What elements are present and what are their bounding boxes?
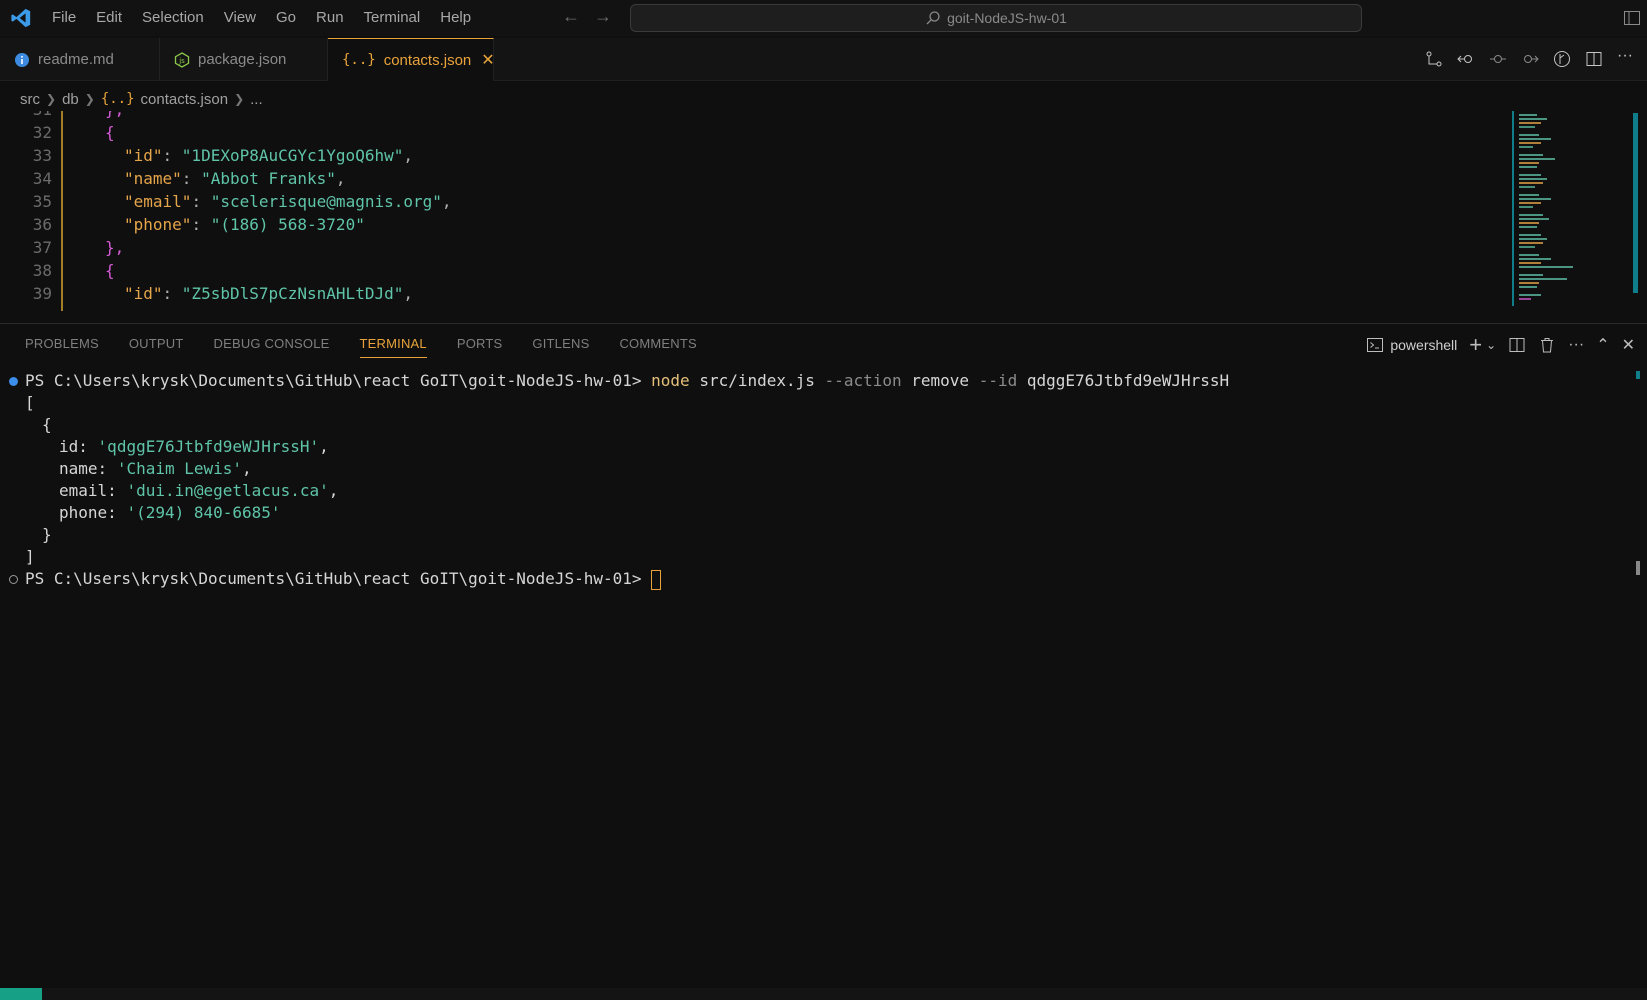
tab-label: package.json — [198, 51, 287, 68]
menu-help[interactable]: Help — [430, 0, 481, 36]
trash-icon[interactable] — [1538, 336, 1556, 354]
chevron-right-icon: ❯ — [46, 92, 57, 106]
menu-run[interactable]: Run — [306, 0, 354, 36]
toggle-sidebar-icon[interactable] — [1623, 9, 1641, 32]
code-line: 34 "name": "Abbot Franks", — [32, 169, 346, 188]
minimap[interactable] — [1511, 111, 1611, 311]
new-terminal-icon[interactable]: + — [1469, 332, 1482, 358]
command-pending-dot — [9, 575, 18, 584]
terminal-output-line: email: 'dui.in@egetlacus.ca', — [59, 481, 339, 500]
breadcrumb-src[interactable]: src — [20, 91, 40, 108]
tab-contacts-json[interactable]: {..} contacts.json ✕ — [328, 38, 495, 81]
search-icon — [926, 11, 940, 25]
terminal-output-line: phone: '(294) 840-6685' — [59, 503, 281, 522]
vscode-logo-icon — [0, 0, 42, 36]
terminal-scrollbar[interactable] — [1636, 371, 1640, 379]
menu-file[interactable]: File — [42, 0, 86, 36]
info-icon — [14, 52, 30, 68]
chevron-right-icon: ❯ — [234, 92, 245, 106]
terminal-output-line: [ — [25, 393, 35, 412]
terminal-shell-selector[interactable]: powershell — [1366, 336, 1457, 354]
open-changes-icon[interactable] — [1425, 50, 1443, 68]
maximize-panel-icon[interactable]: ⌃ — [1596, 335, 1609, 355]
menu-view[interactable]: View — [214, 0, 266, 36]
tab-output[interactable]: OUTPUT — [114, 324, 199, 364]
tab-terminal[interactable]: TERMINAL — [345, 324, 442, 364]
terminal-scroll-marker — [1636, 561, 1640, 575]
code-line: 39 "id": "Z5sbDlS7pCzNsnAHLtDJd", — [32, 284, 413, 303]
breadcrumb-db[interactable]: db — [62, 91, 79, 108]
editor-scrollbar[interactable] — [1633, 113, 1638, 293]
breadcrumb-symbol[interactable]: ... — [250, 91, 263, 108]
terminal-cursor — [651, 569, 662, 590]
chevron-right-icon: ❯ — [84, 92, 95, 106]
close-icon[interactable]: ✕ — [481, 50, 494, 70]
more-actions-icon[interactable]: ··· — [1617, 48, 1635, 68]
shell-name: powershell — [1390, 337, 1458, 353]
previous-change-icon[interactable] — [1457, 50, 1475, 68]
json-icon: {..} — [100, 91, 135, 107]
terminal-prompt-line: PS C:\Users\krysk\Documents\GitHub\react… — [25, 568, 662, 590]
panel-actions: powershell + ⌄ ··· ⌃ ✕ — [1366, 332, 1635, 358]
commit-icon[interactable] — [1489, 50, 1507, 68]
json-icon: {..} — [342, 52, 376, 68]
nodejs-icon: js — [174, 51, 190, 68]
split-terminal-icon[interactable] — [1508, 336, 1526, 354]
menu-go[interactable]: Go — [266, 0, 306, 36]
menu-edit[interactable]: Edit — [86, 0, 132, 36]
code-editor[interactable]: 31}, 32{ 33"id": "1DEXoP8AuCGYc1YgoQ6hw"… — [0, 111, 1647, 311]
tab-gitlens[interactable]: GITLENS — [517, 324, 604, 364]
menu-selection[interactable]: Selection — [132, 0, 214, 36]
code-line: 37}, — [32, 238, 125, 257]
terminal-output-line: ] — [25, 547, 35, 566]
remote-indicator[interactable] — [0, 988, 42, 1000]
close-panel-icon[interactable]: ✕ — [1622, 335, 1635, 355]
code-line: 31}, — [0, 111, 1500, 121]
terminal-output-line: name: 'Chaim Lewis', — [59, 459, 252, 478]
code-line: 38{ — [32, 261, 115, 280]
split-editor-icon[interactable] — [1585, 50, 1603, 68]
command-success-dot — [9, 377, 18, 386]
panel-tab-bar: PROBLEMS OUTPUT DEBUG CONSOLE TERMINAL P… — [0, 324, 712, 364]
tab-problems[interactable]: PROBLEMS — [0, 324, 114, 364]
tab-package-json[interactable]: js package.json — [160, 38, 328, 81]
back-arrow-icon[interactable]: ← — [562, 6, 580, 27]
next-change-icon[interactable] — [1521, 50, 1539, 68]
editor-actions: ··· — [1425, 48, 1635, 68]
menu-terminal[interactable]: Terminal — [354, 0, 431, 36]
command-center-label: goit-NodeJS-hw-01 — [947, 10, 1067, 26]
breadcrumb-file[interactable]: contacts.json — [141, 91, 229, 108]
terminal-output-line: id: 'qdggE76Jtbfd9eWJHrssH', — [59, 437, 329, 456]
tab-ports[interactable]: PORTS — [442, 324, 518, 364]
terminal[interactable]: PS C:\Users\krysk\Documents\GitHub\react… — [0, 370, 1630, 970]
breadcrumb: src ❯ db ❯ {..} contacts.json ❯ ... — [20, 88, 263, 110]
tab-label: readme.md — [38, 51, 114, 68]
terminal-icon — [1367, 338, 1384, 352]
terminal-output-line: } — [42, 525, 52, 544]
terminal-output-line: { — [42, 415, 52, 434]
terminal-command-line: PS C:\Users\krysk\Documents\GitHub\react… — [25, 371, 1230, 390]
chevron-down-icon[interactable]: ⌄ — [1486, 338, 1496, 352]
status-bar — [0, 988, 1647, 1000]
tab-comments[interactable]: COMMENTS — [604, 324, 711, 364]
tab-label: contacts.json — [383, 51, 472, 69]
code-line: 36 "phone": "(186) 568-3720" — [32, 215, 365, 234]
code-line: 32{ — [32, 123, 115, 142]
command-center-search[interactable]: goit-NodeJS-hw-01 — [630, 4, 1362, 32]
gitlens-icon[interactable] — [1553, 50, 1571, 68]
tab-readme[interactable]: readme.md — [0, 38, 160, 81]
code-line: 35 "email": "scelerisque@magnis.org", — [32, 192, 452, 211]
forward-arrow-icon[interactable]: → — [594, 6, 612, 27]
title-bar: File Edit Selection View Go Run Terminal… — [0, 0, 1647, 36]
svg-text:js: js — [178, 57, 185, 65]
tab-debug-console[interactable]: DEBUG CONSOLE — [199, 324, 345, 364]
bottom-panel: PROBLEMS OUTPUT DEBUG CONSOLE TERMINAL P… — [0, 323, 1647, 988]
code-line: 33 "id": "1DEXoP8AuCGYc1YgoQ6hw", — [32, 146, 413, 165]
more-actions-icon[interactable]: ··· — [1568, 336, 1584, 354]
editor-tab-bar: readme.md js package.json {..} contacts.… — [0, 38, 1647, 81]
